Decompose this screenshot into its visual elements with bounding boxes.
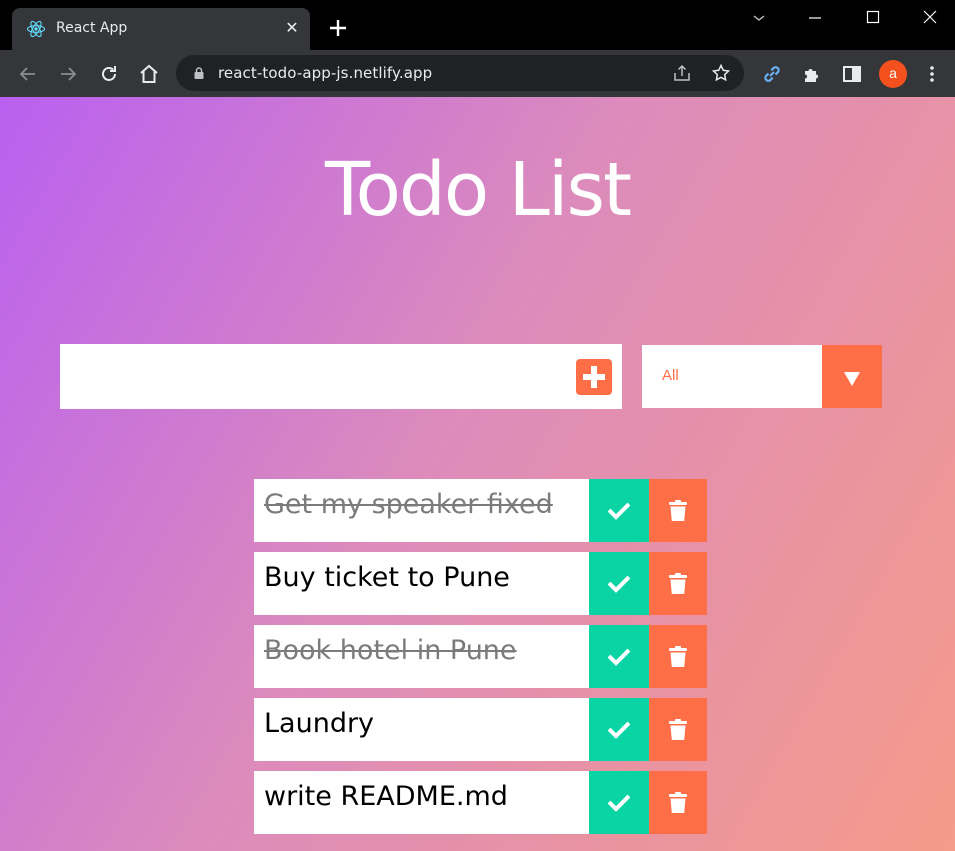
todo-input[interactable]	[60, 344, 570, 409]
todo-item: Book hotel in Pune	[254, 625, 707, 688]
more-options-icon[interactable]	[920, 62, 944, 86]
forward-arrow-icon[interactable]	[56, 62, 80, 86]
side-panel-icon[interactable]	[840, 62, 864, 86]
browser-toolbar: react-todo-app-js.netlify.app a	[0, 50, 955, 97]
address-bar[interactable]: react-todo-app-js.netlify.app	[176, 55, 744, 91]
complete-button[interactable]	[589, 698, 649, 761]
back-arrow-icon[interactable]	[16, 62, 40, 86]
complete-button[interactable]	[589, 771, 649, 834]
complete-button[interactable]	[589, 479, 649, 542]
todo-text: Laundry	[264, 708, 375, 739]
maximize-icon[interactable]	[861, 6, 885, 30]
todo-text: Book hotel in Pune	[264, 635, 517, 666]
trash-icon	[669, 499, 687, 521]
tab-search-chevron-icon[interactable]	[747, 6, 771, 30]
page-content: Todo List All Get my speaker fixed Buy ti…	[0, 97, 955, 851]
plus-square-icon	[576, 359, 612, 395]
check-icon	[608, 575, 630, 593]
todo-item: Laundry	[254, 698, 707, 761]
delete-button[interactable]	[649, 625, 707, 688]
tab-title: React App	[56, 20, 128, 36]
profile-avatar[interactable]: a	[879, 60, 907, 88]
check-icon	[608, 721, 630, 739]
trash-icon	[669, 572, 687, 594]
page-title: Todo List	[324, 147, 632, 233]
todo-item: write README.md	[254, 771, 707, 834]
link-extension-icon[interactable]	[760, 62, 784, 86]
bookmark-star-icon[interactable]	[711, 63, 731, 83]
new-tab-icon[interactable]	[326, 16, 350, 40]
browser-tab-strip: React App ✕	[0, 0, 955, 50]
delete-button[interactable]	[649, 552, 707, 615]
complete-button[interactable]	[589, 625, 649, 688]
complete-button[interactable]	[589, 552, 649, 615]
minimize-icon[interactable]	[803, 6, 827, 30]
close-window-icon[interactable]	[918, 6, 942, 30]
todo-item: Buy ticket to Pune	[254, 552, 707, 615]
delete-button[interactable]	[649, 479, 707, 542]
tab-close-icon[interactable]: ✕	[282, 18, 302, 38]
filter-select[interactable]: All	[642, 345, 882, 408]
caret-down-icon	[844, 372, 860, 386]
home-icon[interactable]	[137, 62, 161, 86]
delete-button[interactable]	[649, 698, 707, 761]
delete-button[interactable]	[649, 771, 707, 834]
lock-icon	[194, 67, 204, 79]
todo-list: Get my speaker fixed Buy ticket to Pune Bo…	[254, 479, 707, 844]
todo-item: Get my speaker fixed	[254, 479, 707, 542]
check-icon	[608, 648, 630, 666]
filter-dropdown-button[interactable]	[822, 345, 882, 408]
url-text: react-todo-app-js.netlify.app	[218, 64, 433, 82]
todo-text: Get my speaker fixed	[264, 489, 553, 520]
filter-selected-value: All	[662, 367, 679, 384]
trash-icon	[669, 791, 687, 813]
reload-icon[interactable]	[97, 62, 121, 86]
trash-icon	[669, 645, 687, 667]
check-icon	[608, 502, 630, 520]
add-todo-button[interactable]	[570, 344, 622, 409]
react-logo-icon	[26, 20, 46, 38]
check-icon	[608, 794, 630, 812]
share-icon[interactable]	[672, 63, 692, 83]
trash-icon	[669, 718, 687, 740]
todo-text: Buy ticket to Pune	[264, 562, 510, 593]
extensions-puzzle-icon[interactable]	[800, 62, 824, 86]
browser-tab[interactable]: React App ✕	[12, 8, 310, 50]
todo-text: write README.md	[264, 781, 508, 812]
